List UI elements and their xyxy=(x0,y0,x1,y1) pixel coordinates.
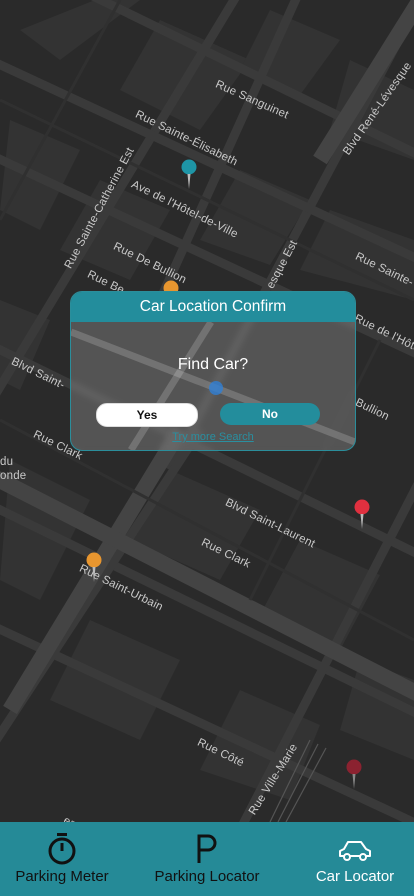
car-location-confirm-dialog: Car Location Confirm Find Car? Yes No Tr… xyxy=(70,291,356,451)
map-pin-icon[interactable] xyxy=(353,499,371,529)
tab-label: Car Locator xyxy=(315,868,395,885)
car-icon xyxy=(339,841,371,861)
parking-p-icon xyxy=(197,834,217,863)
map-pin-icon[interactable] xyxy=(345,759,363,789)
yes-button[interactable]: Yes xyxy=(96,403,198,427)
map-pin-icon[interactable] xyxy=(85,552,103,582)
dialog-question: Find Car? xyxy=(177,356,249,373)
stopwatch-icon xyxy=(48,833,76,865)
bottom-tab-bar: Parking Meter Parking Locator Car Locato… xyxy=(0,822,414,896)
tab-parking-meter[interactable]: Parking Meter xyxy=(0,822,124,896)
street-label: du xyxy=(0,456,14,468)
no-button[interactable]: No xyxy=(220,403,320,425)
map-pin-icon xyxy=(209,381,223,395)
map-pin-icon[interactable] xyxy=(180,159,198,189)
try-more-search-link[interactable]: Try more Search xyxy=(71,431,355,443)
map-view[interactable]: Rue Sanguinet Blvd René-Lévesque Rue Sai… xyxy=(0,0,414,822)
tab-parking-locator[interactable]: Parking Locator xyxy=(140,822,274,896)
tab-label: Parking Meter xyxy=(15,868,109,885)
tab-car-locator[interactable]: Car Locator xyxy=(300,822,410,896)
dialog-title: Car Location Confirm xyxy=(71,292,355,322)
tab-label: Parking Locator xyxy=(154,868,260,885)
street-label: onde xyxy=(0,470,27,482)
